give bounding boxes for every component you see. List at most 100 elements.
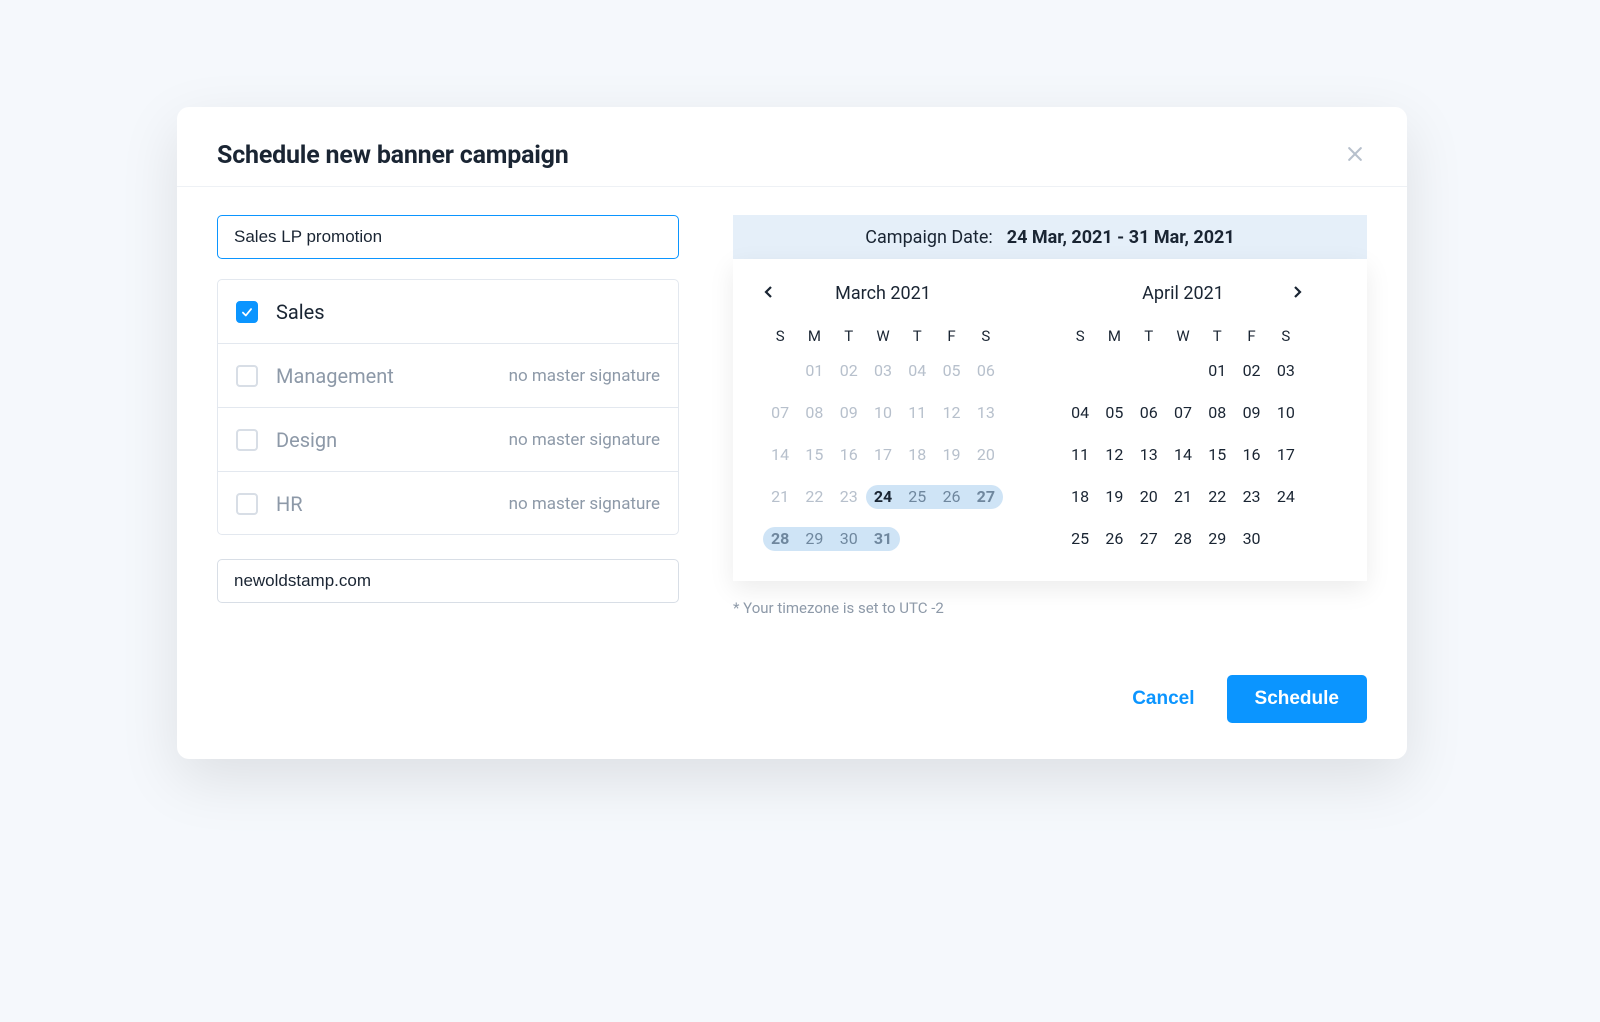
calendar-day[interactable]: 13: [969, 401, 1003, 425]
department-checkbox[interactable]: [236, 365, 258, 387]
calendar-day[interactable]: 24: [866, 485, 900, 509]
month-header: April 2021: [1063, 279, 1303, 307]
calendar-day[interactable]: 13: [1132, 443, 1166, 467]
calendar-day[interactable]: 17: [1269, 443, 1303, 467]
calendar-day[interactable]: 07: [1166, 401, 1200, 425]
calendar-day[interactable]: 21: [763, 485, 797, 509]
month-title: March 2021: [835, 283, 931, 304]
calendar-day[interactable]: 04: [900, 359, 934, 383]
department-name: HR: [276, 492, 303, 516]
calendar-day[interactable]: 25: [1063, 527, 1097, 551]
weekday-row: SMTWTFS: [763, 327, 1003, 345]
calendar-day[interactable]: 10: [1269, 401, 1303, 425]
chevron-left-icon: [764, 285, 774, 302]
calendar-day[interactable]: 06: [1132, 401, 1166, 425]
calendar-day[interactable]: 23: [832, 485, 866, 509]
calendar-day[interactable]: 16: [832, 443, 866, 467]
calendar-day[interactable]: 17: [866, 443, 900, 467]
calendar-day[interactable]: 07: [763, 401, 797, 425]
calendar-day[interactable]: 15: [797, 443, 831, 467]
calendar-day[interactable]: 28: [1166, 527, 1200, 551]
calendar-day[interactable]: 24: [1269, 485, 1303, 509]
department-row[interactable]: Designno master signature: [218, 408, 678, 472]
calendar-day[interactable]: 26: [1097, 527, 1131, 551]
calendar-day[interactable]: 11: [900, 401, 934, 425]
department-checkbox[interactable]: [236, 429, 258, 451]
chevron-right-icon: [1292, 285, 1302, 302]
calendar-day[interactable]: 12: [1097, 443, 1131, 467]
right-column: Campaign Date: 24 Mar, 2021 - 31 Mar, 20…: [733, 215, 1367, 617]
calendar-day[interactable]: 29: [797, 527, 831, 551]
calendar-day[interactable]: 26: [934, 485, 968, 509]
calendar-day[interactable]: 21: [1166, 485, 1200, 509]
calendar-day[interactable]: 01: [1200, 359, 1234, 383]
schedule-button[interactable]: Schedule: [1227, 675, 1367, 723]
calendar-day[interactable]: 03: [866, 359, 900, 383]
calendar-day[interactable]: 19: [934, 443, 968, 467]
department-name: Management: [276, 364, 394, 388]
link-input[interactable]: [217, 559, 679, 603]
calendar-day[interactable]: 29: [1200, 527, 1234, 551]
calendar-day[interactable]: 25: [900, 485, 934, 509]
calendar-day[interactable]: 03: [1269, 359, 1303, 383]
department-row[interactable]: Sales: [218, 280, 678, 344]
calendar-day[interactable]: 04: [1063, 401, 1097, 425]
department-name: Design: [276, 428, 337, 452]
calendar-day[interactable]: 14: [1166, 443, 1200, 467]
calendar-day[interactable]: 18: [1063, 485, 1097, 509]
modal-footer: Cancel Schedule: [177, 627, 1407, 723]
department-row[interactable]: HRno master signature: [218, 472, 678, 535]
department-row[interactable]: Management no master signature: [218, 344, 678, 408]
department-note: no master signature: [509, 366, 660, 386]
close-button[interactable]: [1343, 144, 1367, 168]
department-checkbox[interactable]: [236, 493, 258, 515]
modal-title: Schedule new banner campaign: [217, 141, 569, 170]
calendar-day[interactable]: 11: [1063, 443, 1097, 467]
calendar-day[interactable]: 05: [934, 359, 968, 383]
calendar-day[interactable]: 20: [1132, 485, 1166, 509]
calendar-day[interactable]: 12: [934, 401, 968, 425]
campaign-name-input[interactable]: [217, 215, 679, 259]
calendar-day[interactable]: 16: [1234, 443, 1268, 467]
left-column: Sales Management no master signature Design…: [217, 215, 679, 617]
calendar-day[interactable]: 23: [1234, 485, 1268, 509]
calendar-day[interactable]: 02: [832, 359, 866, 383]
calendar-day[interactable]: 22: [1200, 485, 1234, 509]
calendar-day[interactable]: 27: [1132, 527, 1166, 551]
calendar-day[interactable]: 28: [763, 527, 797, 551]
calendar-day[interactable]: 30: [1234, 527, 1268, 551]
calendar-day[interactable]: 02: [1234, 359, 1268, 383]
calendar-day[interactable]: 18: [900, 443, 934, 467]
calendar-day[interactable]: 19: [1097, 485, 1131, 509]
campaign-date-value: 24 Mar, 2021 - 31 Mar, 2021: [1007, 227, 1235, 248]
weekday-label: S: [763, 327, 797, 345]
weekday-label: T: [1200, 327, 1234, 345]
calendar-day[interactable]: 15: [1200, 443, 1234, 467]
calendar-day[interactable]: 05: [1097, 401, 1131, 425]
weekday-label: F: [1234, 327, 1268, 345]
weekday-label: T: [832, 327, 866, 345]
calendar-day[interactable]: 01: [797, 359, 831, 383]
cancel-button[interactable]: Cancel: [1132, 688, 1194, 710]
calendar-month: April 2021SMTWTFS01020304050607080910111…: [1063, 279, 1303, 551]
weekday-label: M: [1097, 327, 1131, 345]
calendar-day[interactable]: 10: [866, 401, 900, 425]
calendar-day[interactable]: 09: [1234, 401, 1268, 425]
prev-month-button[interactable]: [757, 281, 781, 305]
calendar-month: March 2021SMTWTFS01020304050607080910111…: [763, 279, 1003, 551]
calendar-day[interactable]: 30: [832, 527, 866, 551]
month-title: April 2021: [1142, 283, 1224, 304]
calendar-day[interactable]: 06: [969, 359, 1003, 383]
calendar-day[interactable]: 22: [797, 485, 831, 509]
calendar-day[interactable]: 31: [866, 527, 900, 551]
weekday-label: M: [797, 327, 831, 345]
next-month-button[interactable]: [1285, 281, 1309, 305]
calendar-day[interactable]: 14: [763, 443, 797, 467]
weekday-label: S: [1269, 327, 1303, 345]
calendar-day[interactable]: 27: [969, 485, 1003, 509]
calendar-day[interactable]: 09: [832, 401, 866, 425]
department-checkbox[interactable]: [236, 301, 258, 323]
calendar-day[interactable]: 08: [797, 401, 831, 425]
calendar-day[interactable]: 20: [969, 443, 1003, 467]
calendar-day[interactable]: 08: [1200, 401, 1234, 425]
